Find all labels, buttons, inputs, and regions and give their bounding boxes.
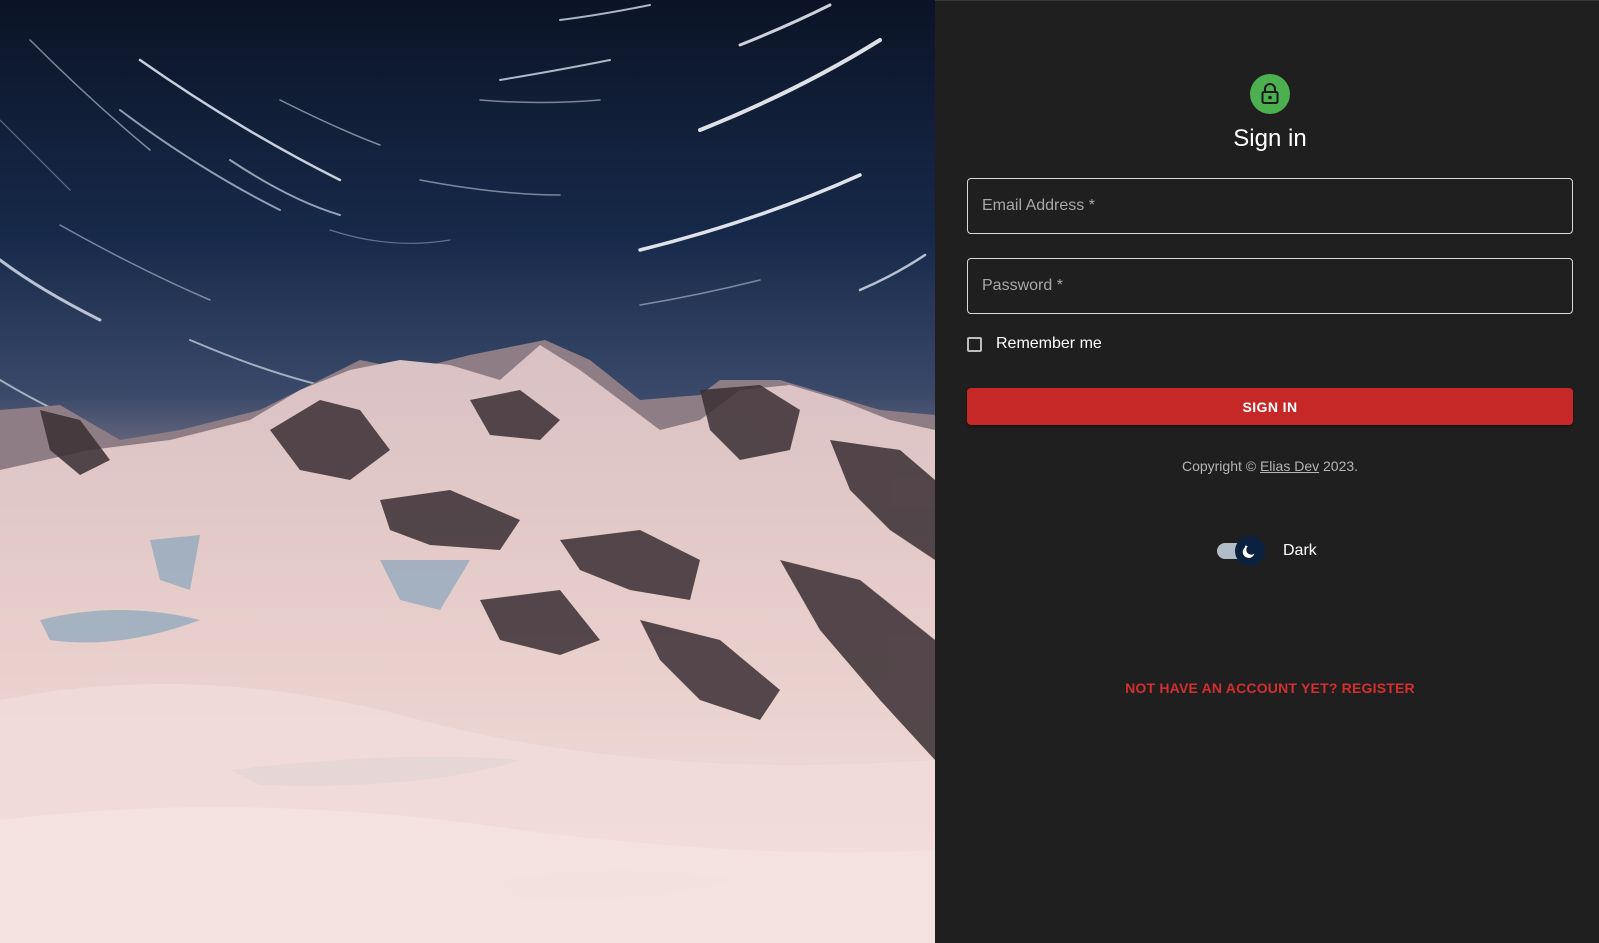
remember-me-label: Remember me xyxy=(996,335,1102,352)
theme-label: Dark xyxy=(1283,542,1317,559)
remember-me-checkbox[interactable] xyxy=(967,336,982,352)
hero-image xyxy=(0,0,935,943)
remember-me-control[interactable]: Remember me xyxy=(967,332,1102,356)
moon-icon xyxy=(1242,545,1255,558)
lock-avatar xyxy=(1250,74,1290,114)
password-input[interactable] xyxy=(968,259,1572,313)
copyright-text: Copyright © Elias Dev 2023. xyxy=(967,458,1573,474)
theme-toggle[interactable]: Dark xyxy=(1217,536,1317,566)
copyright-prefix: Copyright © xyxy=(1181,458,1260,474)
lock-icon xyxy=(1261,83,1279,104)
theme-switch[interactable] xyxy=(1217,536,1267,566)
sign-in-button[interactable]: SIGN IN xyxy=(967,388,1573,425)
copyright-suffix: 2023. xyxy=(1319,458,1359,474)
switch-thumb[interactable] xyxy=(1235,536,1265,566)
password-field[interactable] xyxy=(967,258,1573,314)
sign-in-panel: Sign in Remember me SIGN IN Copyright © … xyxy=(935,0,1599,943)
email-field[interactable] xyxy=(967,178,1573,234)
mountain-star-trails-illustration xyxy=(0,0,935,943)
copyright-author-link[interactable]: Elias Dev xyxy=(1260,458,1319,474)
sign-in-page: Sign in Remember me SIGN IN Copyright © … xyxy=(0,0,1599,943)
register-link[interactable]: NOT HAVE AN ACCOUNT YET? REGISTER xyxy=(967,680,1573,696)
email-input[interactable] xyxy=(968,179,1572,233)
page-title: Sign in xyxy=(1233,125,1307,152)
